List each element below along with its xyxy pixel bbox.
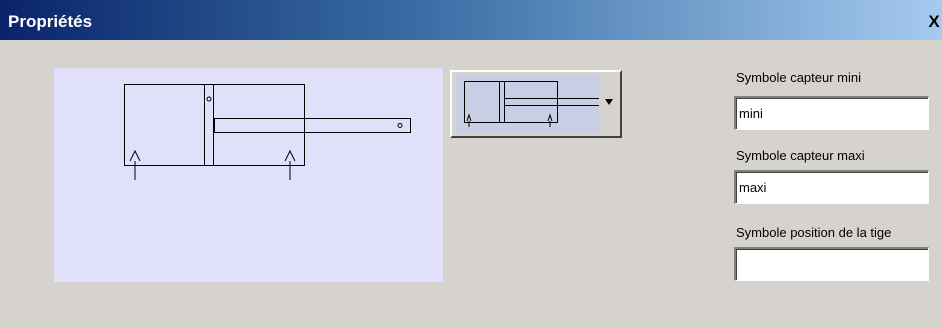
- close-button[interactable]: X: [926, 13, 942, 31]
- cylinder-thumbnail: [456, 75, 599, 133]
- window-title: Propriétés: [8, 12, 93, 31]
- piston-port: [206, 96, 212, 102]
- cylinder-preview: [54, 68, 443, 282]
- piston-rod: [214, 118, 411, 133]
- title-bar: Propriétés X: [0, 0, 942, 40]
- sensor-maxi-input[interactable]: [734, 170, 929, 204]
- rod-end: [397, 123, 403, 128]
- chevron-down-icon[interactable]: [600, 75, 618, 133]
- rod-position-input[interactable]: [734, 247, 929, 281]
- sensor-maxi-label: Symbole capteur maxi: [736, 148, 865, 163]
- cylinder-diagram: [124, 84, 411, 180]
- rod-position-label: Symbole position de la tige: [736, 225, 892, 240]
- cylinder-type-combo[interactable]: [450, 70, 622, 138]
- sensor-mini-input[interactable]: [734, 96, 929, 130]
- sensor-mini-label: Symbole capteur mini: [736, 70, 861, 85]
- cylinder-thumbnail-diagram: [464, 81, 599, 127]
